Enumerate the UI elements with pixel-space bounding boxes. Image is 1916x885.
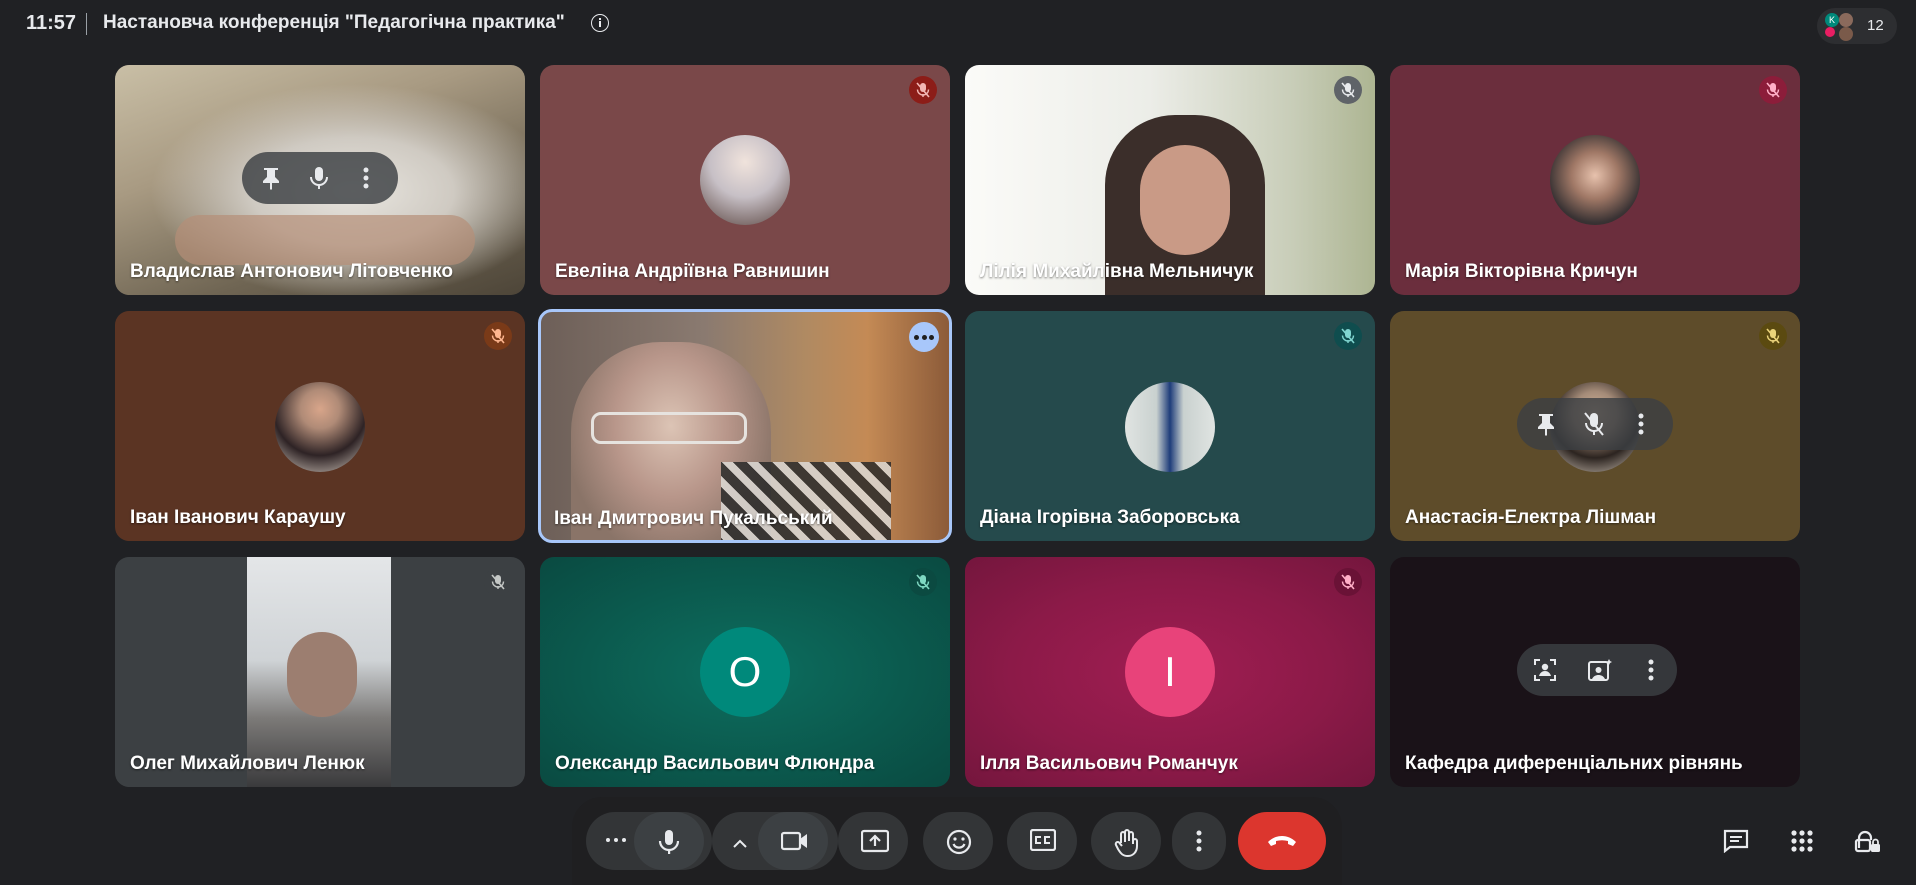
participant-tile[interactable]: Лілія Михайлівна Мельничук — [965, 65, 1375, 295]
mic-off-icon — [909, 76, 937, 104]
participant-name: Кафедра диференціальних рівнянь — [1405, 753, 1743, 774]
participant-avatar: K — [1825, 13, 1839, 27]
participant-tile[interactable]: Евеліна Андріївна Равнишин — [540, 65, 950, 295]
participant-name: Марія Вікторівна Кричун — [1405, 261, 1638, 282]
mic-icon[interactable] — [308, 166, 330, 195]
participant-tile[interactable]: Марія Вікторівна Кричун — [1390, 65, 1800, 295]
mic-off-icon — [1759, 322, 1787, 350]
avatar — [700, 135, 790, 225]
chevron-up-icon[interactable] — [733, 835, 747, 853]
participant-name: Евеліна Андріївна Равнишин — [555, 261, 830, 282]
participant-name: Лілія Михайлівна Мельничук — [980, 261, 1254, 282]
initial-avatar: І — [1125, 627, 1215, 717]
chat-button[interactable] — [1704, 812, 1768, 870]
video-feed-face — [1140, 145, 1230, 255]
more-vert-icon[interactable] — [1637, 412, 1645, 441]
chat-icon — [1723, 829, 1749, 853]
more-vert-icon — [1196, 830, 1202, 852]
participant-avatar — [1839, 13, 1853, 27]
participant-tile[interactable]: Діана Ігорівна Заборовська — [965, 311, 1375, 541]
activities-button[interactable] — [1770, 812, 1834, 870]
meeting-title: Настановча конференція "Педагогічна прак… — [103, 12, 565, 33]
top-bar: 11:57 Настановча конференція "Педагогічн… — [0, 0, 1916, 50]
meeting-time: 11:57 — [26, 12, 77, 34]
mic-icon — [658, 830, 680, 854]
more-horiz-icon[interactable] — [604, 833, 628, 852]
video-feed-face — [287, 632, 357, 717]
initial-avatar: О — [700, 627, 790, 717]
leave-call-button[interactable] — [1238, 812, 1326, 870]
raise-hand-button[interactable] — [1091, 812, 1161, 870]
more-vert-icon[interactable] — [1647, 658, 1655, 687]
emoji-icon — [946, 829, 972, 855]
video-feed-shirt — [721, 462, 891, 540]
avatar — [1125, 382, 1215, 472]
participant-tile[interactable]: Владислав Антонович Літовченко — [115, 65, 525, 295]
raise-hand-icon — [1114, 829, 1138, 857]
more-options-button[interactable] — [1172, 812, 1226, 870]
info-icon[interactable] — [591, 14, 609, 32]
self-tile-controls — [1517, 644, 1677, 696]
pin-icon[interactable] — [1535, 412, 1557, 441]
avatar — [275, 382, 365, 472]
participant-tile[interactable]: Анастасія-Електра Лішман — [1390, 311, 1800, 541]
participant-tile[interactable]: Олег Михайлович Ленюк — [115, 557, 525, 787]
mic-off-icon — [1334, 568, 1362, 596]
participant-name: Діана Ігорівна Заборовська — [980, 507, 1240, 528]
camera-button[interactable] — [758, 812, 828, 870]
participant-tile active-speaker[interactable]: Іван Дмитрович Пукальський — [538, 309, 952, 543]
videocam-icon — [781, 831, 807, 851]
participant-name: Ілля Васильович Романчук — [980, 753, 1238, 774]
tile-hover-controls — [1517, 398, 1673, 450]
mic-off-icon — [484, 322, 512, 350]
avatar — [1550, 135, 1640, 225]
video-feed-arms — [175, 215, 475, 265]
mic-off-icon — [1334, 76, 1362, 104]
mic-off-icon — [1334, 322, 1362, 350]
mic-off-icon — [1759, 76, 1787, 104]
participant-avatar — [1825, 27, 1835, 37]
apps-icon — [1791, 830, 1813, 852]
participant-tile self-view[interactable]: Кафедра диференціальних рівнянь — [1390, 557, 1800, 787]
participant-tile[interactable]: О Олександр Васильович Флюндра — [540, 557, 950, 787]
captions-button[interactable] — [1007, 812, 1077, 870]
mic-off-icon — [909, 568, 937, 596]
closed-captions-icon — [1030, 829, 1056, 851]
participant-tile[interactable]: І Ілля Васильович Романчук — [965, 557, 1375, 787]
participant-name: Іван Іванович Караушу — [130, 507, 346, 528]
pin-icon[interactable] — [260, 166, 282, 195]
participant-name: Владислав Антонович Літовченко — [130, 261, 454, 282]
participant-avatar — [1839, 27, 1853, 41]
video-feed-glasses — [591, 412, 747, 444]
participant-count: 12 — [1867, 17, 1884, 34]
participants-button[interactable]: K 12 — [1817, 8, 1897, 44]
host-controls-button[interactable] — [1836, 812, 1900, 870]
mic-off-icon[interactable] — [1583, 412, 1605, 441]
present-to-all-icon — [861, 829, 889, 853]
divider — [86, 13, 87, 35]
host-controls-lock-icon — [1854, 830, 1880, 853]
participant-tile[interactable]: Іван Іванович Караушу — [115, 311, 525, 541]
backgrounds-effects-icon[interactable] — [1587, 658, 1613, 687]
participant-name: Іван Дмитрович Пукальський — [554, 508, 833, 529]
framing-icon[interactable] — [1533, 658, 1557, 687]
participant-name: Анастасія-Електра Лішман — [1405, 507, 1657, 528]
tile-hover-controls — [242, 152, 398, 204]
participant-name: Олександр Васильович Флюндра — [555, 753, 875, 774]
mic-off-icon — [484, 568, 512, 596]
present-button[interactable] — [838, 812, 908, 870]
reactions-button[interactable] — [923, 812, 993, 870]
microphone-button[interactable] — [634, 812, 704, 870]
call-end-icon — [1268, 836, 1296, 846]
more-options-button[interactable] — [909, 322, 939, 352]
participant-name: Олег Михайлович Ленюк — [130, 753, 365, 774]
more-vert-icon[interactable] — [362, 166, 370, 195]
